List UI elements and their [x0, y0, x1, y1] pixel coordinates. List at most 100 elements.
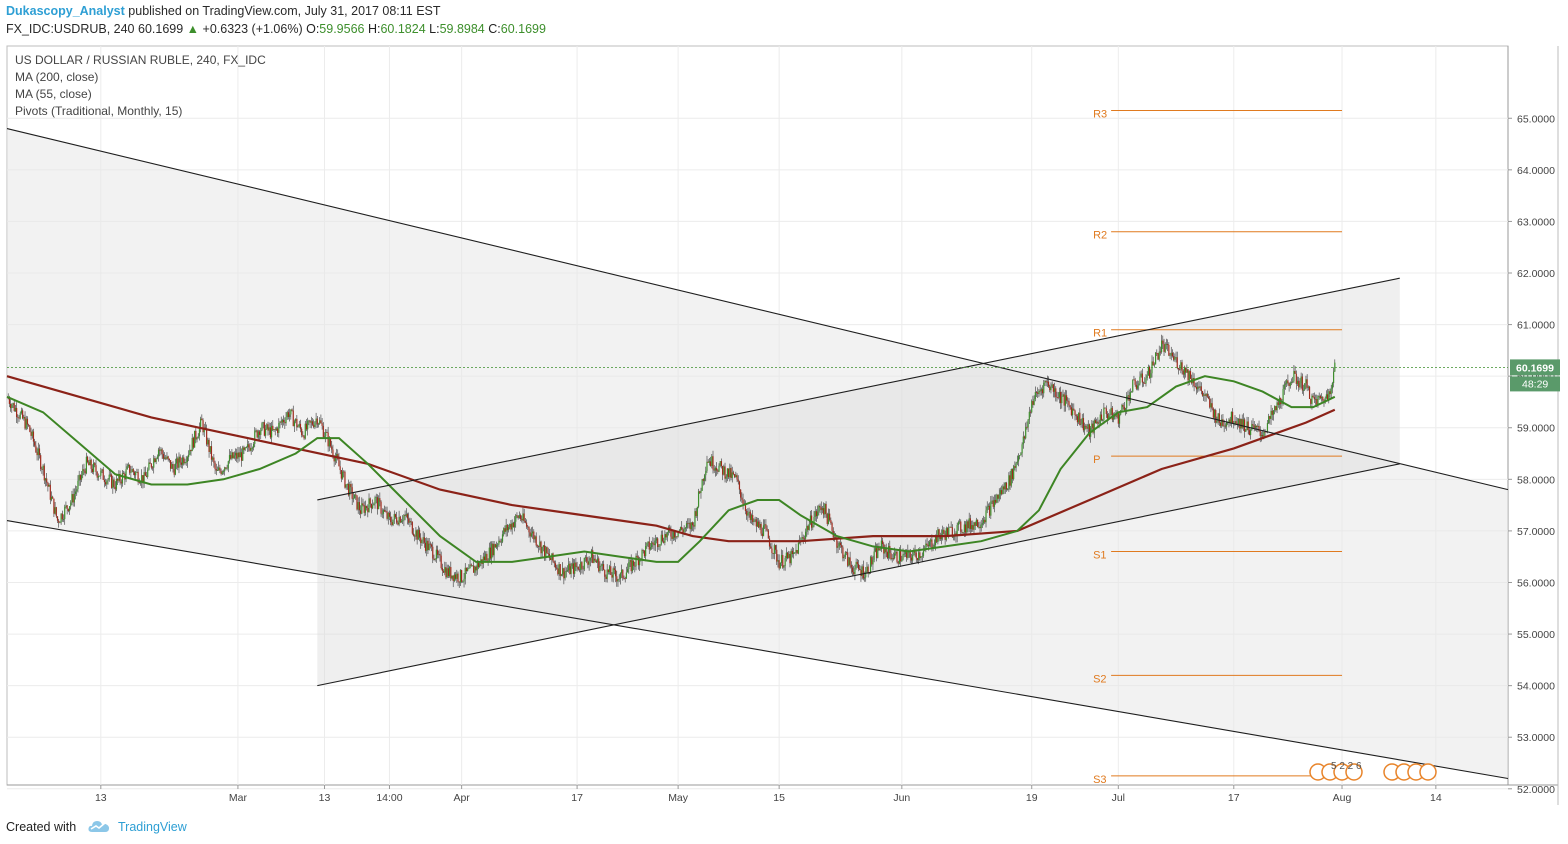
candle-down	[1142, 382, 1145, 384]
candle-down	[1066, 395, 1068, 401]
us-flag-event-icon[interactable]	[1419, 763, 1437, 781]
candle-down	[820, 507, 822, 511]
candle-up	[679, 526, 682, 531]
candle-down	[384, 510, 386, 512]
time-axis[interactable]: 13 Mar 13 14:00 Apr 17 May 15 Jun 19 Jul 17 Aug 14	[95, 785, 1442, 804]
candle-up	[1025, 426, 1027, 439]
candle-down	[1123, 406, 1125, 410]
candle-up	[1058, 391, 1060, 398]
pivot-label-r3: R3	[1093, 109, 1107, 121]
candle-down	[1135, 384, 1137, 389]
candle-up	[156, 456, 158, 459]
candle-up	[617, 579, 619, 582]
candle-up	[625, 572, 628, 579]
candle-down	[1275, 406, 1277, 411]
candle-down	[582, 568, 584, 570]
candle-up	[368, 498, 370, 513]
candle-up	[784, 557, 786, 566]
candle-down	[652, 542, 654, 544]
candle-down	[38, 448, 41, 456]
candle-up	[449, 567, 451, 577]
candle-up	[795, 549, 797, 553]
candle-down	[1086, 427, 1088, 429]
candle-up	[708, 461, 710, 463]
candle-up	[375, 497, 377, 499]
candle-up	[980, 524, 982, 529]
candle-up	[78, 474, 80, 481]
symbol-label[interactable]: FX_IDC:USDRUB, 240	[6, 22, 135, 36]
x-tick-label: 17	[571, 792, 583, 804]
candle-down	[890, 553, 892, 560]
candle-down	[455, 574, 457, 579]
candle-up	[509, 524, 511, 528]
candle-down	[938, 529, 940, 536]
candle-up	[456, 573, 458, 579]
candle-up	[1096, 421, 1098, 424]
candle-up	[933, 545, 935, 548]
published-text: published on TradingView.com, July 31, 2…	[128, 4, 441, 18]
candle-up	[987, 505, 990, 507]
candle-up	[659, 544, 661, 547]
candle-up	[600, 565, 602, 567]
author-link[interactable]: Dukascopy_Analyst	[6, 4, 125, 18]
candle-down	[525, 522, 528, 527]
candle-up	[566, 570, 569, 572]
legend-item-3[interactable]: Pivots (Traditional, Monthly, 15)	[15, 104, 182, 118]
legend-item-2[interactable]: MA (55, close)	[15, 87, 92, 101]
candle-down	[445, 567, 447, 578]
candle-up	[565, 570, 567, 572]
legend-item-1[interactable]: MA (200, close)	[15, 70, 98, 84]
y-tick-label: 63.0000	[1517, 216, 1555, 228]
candle-up	[44, 478, 47, 481]
tradingview-brand-link[interactable]: TradingView	[118, 820, 187, 834]
candle-up	[503, 528, 505, 535]
candle-down	[741, 497, 743, 500]
candle-down	[1104, 407, 1106, 409]
candle-down	[734, 474, 736, 478]
candle-up	[564, 571, 566, 579]
candle-up	[922, 550, 925, 556]
price-chart[interactable]: R3 R2 R1 P S1 S2 S3 US DOLLAR / RUSSIAN RUBLE,…	[0, 44, 1568, 812]
candle-up	[948, 527, 950, 536]
candle-down	[974, 522, 976, 526]
candle-up	[495, 544, 498, 548]
candle-down	[976, 519, 979, 527]
candle-down	[964, 524, 967, 533]
candle-up	[171, 464, 173, 469]
candle-up	[181, 457, 184, 465]
close-label: C:	[488, 22, 501, 36]
candle-up	[635, 555, 637, 567]
candle-up	[958, 521, 961, 523]
candle-up	[130, 472, 132, 473]
candle-up	[70, 502, 72, 507]
candle-up	[1146, 375, 1148, 379]
candle-up	[1109, 414, 1111, 416]
candle-up	[1317, 396, 1319, 405]
candle-up	[345, 484, 347, 488]
candle-down	[219, 467, 221, 471]
candle-up	[37, 448, 39, 456]
candle-down	[1029, 411, 1032, 413]
candle-down	[1148, 366, 1151, 378]
candle-up	[1213, 409, 1216, 418]
legend-item-0[interactable]: US DOLLAR / RUSSIAN RUBLE, 240, FX_IDC	[15, 53, 266, 67]
candle-up	[999, 490, 1002, 495]
candle-down	[972, 525, 974, 530]
candle-down	[1039, 390, 1041, 392]
candle-down	[291, 409, 293, 411]
candle-up	[558, 564, 560, 575]
candle-down	[411, 521, 413, 534]
candle-up	[1013, 466, 1015, 480]
candle-up	[92, 463, 95, 473]
candle-down	[465, 567, 468, 572]
candle-down	[516, 515, 518, 517]
candle-down	[10, 403, 12, 409]
candle-down	[1014, 466, 1016, 468]
candle-down	[1252, 424, 1254, 426]
candle-up	[398, 516, 400, 525]
candle-up	[848, 557, 850, 566]
candle-up	[147, 469, 149, 477]
candle-down	[40, 455, 42, 470]
candle-down	[452, 575, 454, 581]
candle-up	[874, 548, 876, 552]
